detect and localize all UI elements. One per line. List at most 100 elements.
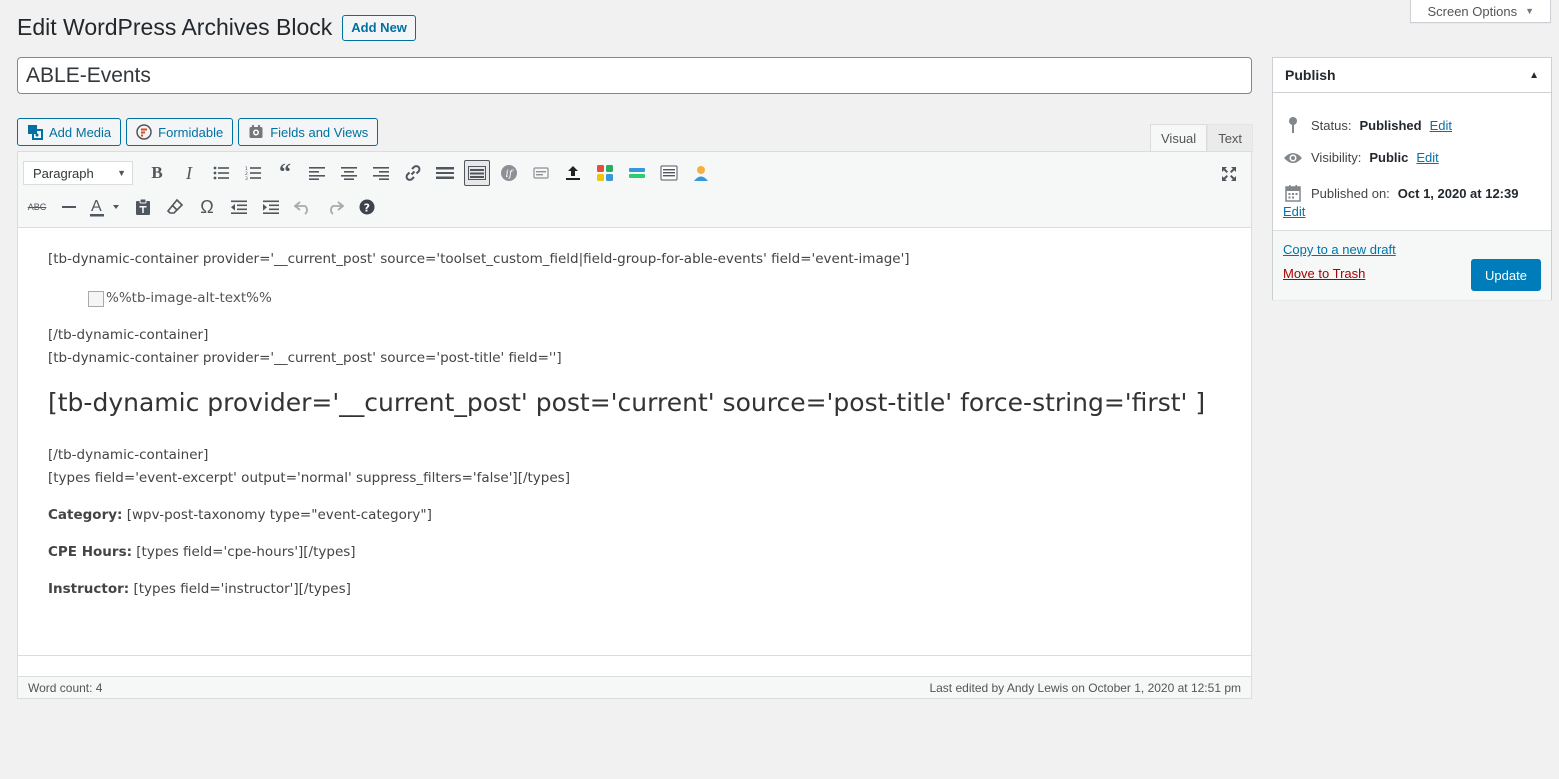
strikethrough-icon[interactable]: ABC — [23, 193, 51, 221]
content-line: [tb-dynamic-container provider='__curren… — [48, 251, 910, 267]
published-edit-row: Edit — [1283, 204, 1305, 219]
status-label: Status: — [1311, 117, 1352, 133]
italic-icon[interactable]: I — [175, 159, 203, 187]
publish-box: Publish ▲ Status: Published Edit Visibili… — [1272, 57, 1552, 300]
format-select[interactable]: Paragraph ▼ — [23, 161, 133, 185]
grid-blocks-icon[interactable] — [591, 159, 619, 187]
blockquote-icon[interactable]: “ — [271, 159, 299, 187]
status-value: Published — [1359, 117, 1422, 133]
form-icon[interactable] — [655, 159, 683, 187]
add-new-button[interactable]: Add New — [342, 14, 416, 41]
pin-icon — [1283, 116, 1303, 134]
published-value: Oct 1, 2020 at 12:39 — [1397, 185, 1519, 201]
formidable-label: Formidable — [158, 124, 224, 140]
post-title-input[interactable]: ABLE-Events — [17, 57, 1252, 94]
format-select-value: Paragraph — [33, 165, 94, 181]
formidable-icon — [136, 124, 152, 140]
editor-status-bar: Word count: 4 Last edited by Andy Lewis … — [17, 676, 1252, 699]
calendar-icon — [1283, 184, 1303, 202]
screen-options-label: Screen Options — [1427, 3, 1518, 19]
update-button[interactable]: Update — [1471, 259, 1541, 291]
upload-icon[interactable] — [559, 159, 587, 187]
undo-icon[interactable] — [289, 193, 317, 221]
shortcode-icon[interactable] — [527, 159, 555, 187]
visibility-row: Visibility: Public Edit — [1283, 150, 1439, 165]
broken-image[interactable]: %%tb-image-alt-text%% — [88, 287, 1221, 310]
media-buttons: Add Media Formidable Fields and Views — [17, 118, 379, 146]
align-right-icon[interactable] — [367, 159, 395, 187]
published-edit-link[interactable]: Edit — [1283, 204, 1305, 219]
user-access-icon[interactable] — [687, 159, 715, 187]
image-alt-text: %%tb-image-alt-text%% — [106, 290, 272, 306]
read-more-icon[interactable] — [431, 159, 459, 187]
publish-box-header[interactable]: Publish ▲ — [1273, 58, 1551, 93]
copy-to-draft-link[interactable]: Copy to a new draft — [1283, 242, 1396, 257]
published-label: Published on: — [1311, 185, 1390, 201]
fields-and-views-button[interactable]: Fields and Views — [238, 118, 379, 146]
text-color-icon[interactable]: A — [87, 193, 125, 221]
editor-content[interactable]: [tb-dynamic-container provider='__curren… — [18, 228, 1251, 656]
page-header: Edit WordPress Archives Block Add New — [17, 13, 416, 42]
tab-visual[interactable]: Visual — [1150, 124, 1208, 152]
collapse-triangle-icon[interactable]: ▲ — [1529, 70, 1539, 81]
help-icon[interactable]: ? — [353, 193, 381, 221]
clear-formatting-icon[interactable] — [161, 193, 189, 221]
editor-toolbar: Paragraph ▼ B I 123 “ if ABC A Ω ? — [18, 152, 1251, 228]
layout-bars-icon[interactable] — [623, 159, 651, 187]
fields-views-icon — [248, 124, 264, 140]
outdent-icon[interactable] — [225, 193, 253, 221]
editor-divider — [17, 655, 1252, 656]
cpe-label: CPE Hours: — [48, 544, 132, 560]
toolbar-row-2: ABC A Ω ? — [23, 193, 381, 221]
formidable-button[interactable]: Formidable — [126, 118, 234, 146]
align-center-icon[interactable] — [335, 159, 363, 187]
content-heading: [tb-dynamic provider='__current_post' po… — [48, 388, 1206, 417]
cpe-paragraph: CPE Hours: [types field='cpe-hours'][/ty… — [48, 541, 1221, 564]
editor-tabs: Visual Text — [1150, 124, 1254, 152]
add-media-button[interactable]: Add Media — [17, 118, 122, 146]
align-left-icon[interactable] — [303, 159, 331, 187]
status-edit-link[interactable]: Edit — [1430, 118, 1452, 133]
eye-icon — [1283, 151, 1303, 165]
indent-icon[interactable] — [257, 193, 285, 221]
visibility-label: Visibility: — [1311, 150, 1362, 165]
svg-text:?: ? — [364, 201, 370, 214]
category-label: Category: — [48, 507, 123, 523]
paste-text-icon[interactable] — [129, 193, 157, 221]
category-value: [wpv-post-taxonomy type="event-category"… — [122, 507, 432, 523]
svg-text:A: A — [91, 198, 102, 215]
horizontal-line-icon[interactable] — [55, 193, 83, 221]
tab-text[interactable]: Text — [1207, 124, 1254, 152]
last-edited: Last edited by Andy Lewis on October 1, … — [929, 680, 1241, 695]
bold-icon[interactable]: B — [143, 159, 171, 187]
triangle-down-icon: ▼ — [1525, 6, 1534, 16]
editor: Paragraph ▼ B I 123 “ if ABC A Ω ? [tb-d… — [17, 151, 1252, 699]
visibility-edit-link[interactable]: Edit — [1416, 150, 1438, 165]
fullscreen-icon[interactable] — [1215, 160, 1243, 188]
status-row: Status: Published Edit — [1283, 116, 1452, 134]
numbered-list-icon[interactable]: 123 — [239, 159, 267, 187]
bulleted-list-icon[interactable] — [207, 159, 235, 187]
visibility-value: Public — [1369, 150, 1409, 165]
word-count: Word count: 4 — [28, 680, 103, 695]
content-line: [/tb-dynamic-container] — [48, 447, 209, 463]
page-title: Edit WordPress Archives Block — [17, 14, 333, 40]
media-icon — [27, 124, 43, 140]
screen-options-button[interactable]: Screen Options ▼ — [1410, 0, 1551, 23]
conditional-icon[interactable]: if — [495, 159, 523, 187]
published-on-row: Published on: Oct 1, 2020 at 12:39 — [1283, 184, 1518, 202]
fields-and-views-label: Fields and Views — [270, 124, 369, 140]
special-character-icon[interactable]: Ω — [193, 193, 221, 221]
chevron-down-icon: ▼ — [117, 168, 126, 178]
instructor-value: [types field='instructor'][/types] — [129, 581, 351, 597]
link-icon[interactable] — [399, 159, 427, 187]
content-line: [tb-dynamic-container provider='__curren… — [48, 350, 562, 366]
toolbar-toggle-icon[interactable] — [464, 160, 490, 186]
instructor-paragraph: Instructor: [types field='instructor'][/… — [48, 578, 1221, 601]
move-to-trash-link[interactable]: Move to Trash — [1283, 266, 1365, 281]
redo-icon[interactable] — [321, 193, 349, 221]
svg-text:3: 3 — [245, 176, 248, 180]
